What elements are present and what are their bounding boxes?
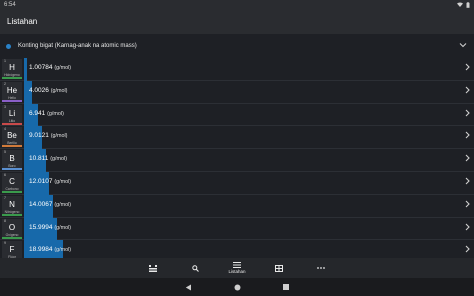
element-symbol: C: [9, 176, 15, 186]
element-row[interactable]: 8 O Oxígeno 15.9994 (g/mol): [0, 217, 474, 241]
more-icon: [317, 267, 325, 269]
status-time: 6:54: [4, 1, 16, 8]
chevron-right-icon[interactable]: [465, 86, 470, 96]
element-name: Berilio: [7, 141, 17, 146]
mass-number: 6.941: [29, 109, 46, 117]
element-name: Helio: [8, 95, 16, 100]
mass-unit: (g/mol): [54, 178, 72, 185]
sort-label: Konting bigat (Karnag-anak na atomic mas…: [18, 43, 137, 49]
recents-icon[interactable]: [283, 284, 289, 290]
mass-unit: (g/mol): [54, 247, 72, 254]
element-tile: 6 C Carbono: [2, 172, 22, 193]
mass-number: 9.0121: [29, 132, 49, 140]
element-symbol: Li: [8, 108, 16, 118]
element-list: 1 H Hidrógeno 1.00784 (g/mol) 2 He Helio 4.0026…: [0, 58, 474, 264]
element-tile: 5 B Boro: [2, 150, 22, 171]
mass-unit: (g/mol): [54, 201, 72, 208]
element-row[interactable]: 3 Li Litio 6.941 (g/mol): [0, 103, 474, 127]
element-symbol: Be: [7, 131, 17, 141]
app-bar: Listahan: [0, 9, 474, 34]
element-row[interactable]: 5 B Boro 10.811 (g/mol): [0, 149, 474, 172]
chevron-right-icon[interactable]: [465, 131, 470, 141]
element-name: Boro: [8, 164, 16, 169]
element-row[interactable]: 2 He Helio 4.0026 (g/mol): [0, 80, 474, 104]
system-navigation-bar: [0, 278, 474, 296]
mass-number: 15.9994: [29, 223, 53, 231]
status-icons: [457, 1, 470, 8]
element-tile: 4 Be Berilio: [2, 127, 22, 148]
page-title: Listahan: [7, 17, 38, 26]
mass-value: 14.0067 (g/mol): [29, 201, 71, 208]
nav-list-label: Listahan: [228, 269, 246, 274]
element-symbol: O: [8, 222, 16, 232]
element-name: Litio: [8, 118, 16, 123]
chevron-right-icon[interactable]: [465, 63, 470, 73]
element-symbol: N: [9, 199, 15, 209]
mass-value: 15.9994 (g/mol): [29, 224, 71, 231]
elements-grid-icon: [149, 264, 157, 272]
status-bar: 6:54: [0, 0, 474, 9]
chevron-right-icon[interactable]: [465, 154, 470, 164]
mass-number: 10.811: [29, 155, 49, 163]
element-symbol: F: [9, 245, 15, 255]
element-symbol: B: [9, 154, 15, 164]
nav-elements[interactable]: [142, 264, 164, 272]
element-tile: 8 O Oxígeno: [2, 218, 22, 239]
mass-value: 18.9984 (g/mol): [29, 246, 71, 253]
element-symbol: He: [6, 85, 18, 95]
element-tile: 3 Li Litio: [2, 104, 22, 125]
table-icon: [275, 264, 283, 272]
mass-unit: (g/mol): [50, 133, 68, 140]
sort-selector[interactable]: Konting bigat (Karnag-anak na atomic mas…: [0, 34, 474, 58]
element-name: Oxígeno: [5, 232, 19, 237]
nav-list[interactable]: Listahan: [226, 262, 248, 274]
element-tile: 1 H Hidrógeno: [2, 59, 22, 79]
mass-unit: (g/mol): [50, 156, 67, 163]
mass-value: 1.00784 (g/mol): [29, 64, 71, 71]
bottom-navigation: Listahan: [0, 258, 474, 278]
element-name: Nitrógeno: [4, 209, 20, 214]
element-name: Carbono: [5, 186, 19, 191]
chevron-right-icon[interactable]: [465, 245, 470, 255]
battery-icon: [466, 1, 470, 8]
mass-value: 9.0121 (g/mol): [29, 132, 67, 139]
mass-number: 1.00784: [29, 64, 53, 71]
wifi-icon: [457, 2, 463, 7]
search-icon: [191, 264, 199, 272]
element-name: Hidrógeno: [4, 73, 20, 77]
nav-more[interactable]: [310, 267, 332, 269]
mass-unit: (g/mol): [50, 87, 68, 94]
chevron-right-icon[interactable]: [465, 223, 470, 233]
mass-number: 12.0107: [29, 177, 53, 185]
sort-dot-icon: [6, 43, 11, 49]
mass-bar: [24, 58, 27, 81]
home-icon[interactable]: [234, 284, 241, 291]
mass-value: 12.0107 (g/mol): [29, 178, 71, 185]
nav-table[interactable]: [268, 264, 290, 272]
nav-search[interactable]: [184, 264, 206, 272]
back-icon[interactable]: [185, 284, 192, 291]
chevron-right-icon[interactable]: [465, 200, 470, 210]
mass-unit: (g/mol): [54, 224, 72, 231]
element-row[interactable]: 4 Be Berilio 9.0121 (g/mol): [0, 126, 474, 150]
chevron-right-icon[interactable]: [465, 177, 470, 187]
mass-value: 6.941 (g/mol): [29, 110, 64, 117]
chevron-down-icon[interactable]: [459, 40, 467, 50]
mass-number: 4.0026: [29, 86, 49, 94]
mass-unit: (g/mol): [47, 110, 64, 117]
element-tile: 7 N Nitrógeno: [2, 195, 22, 216]
element-tile: 2 He Helio: [2, 81, 22, 102]
mass-value: 10.811 (g/mol): [29, 155, 67, 162]
list-icon: [233, 262, 241, 268]
element-symbol: H: [9, 63, 15, 72]
mass-unit: (g/mol): [54, 65, 72, 71]
mass-number: 14.0067: [29, 200, 53, 208]
mass-number: 18.9984: [29, 246, 53, 254]
chevron-right-icon[interactable]: [465, 109, 470, 119]
element-row[interactable]: 7 N Nitrógeno 14.0067 (g/mol): [0, 194, 474, 218]
mass-value: 4.0026 (g/mol): [29, 87, 67, 94]
element-row[interactable]: 1 H Hidrógeno 1.00784 (g/mol): [0, 58, 474, 81]
element-row[interactable]: 6 C Carbono 12.0107 (g/mol): [0, 171, 474, 195]
